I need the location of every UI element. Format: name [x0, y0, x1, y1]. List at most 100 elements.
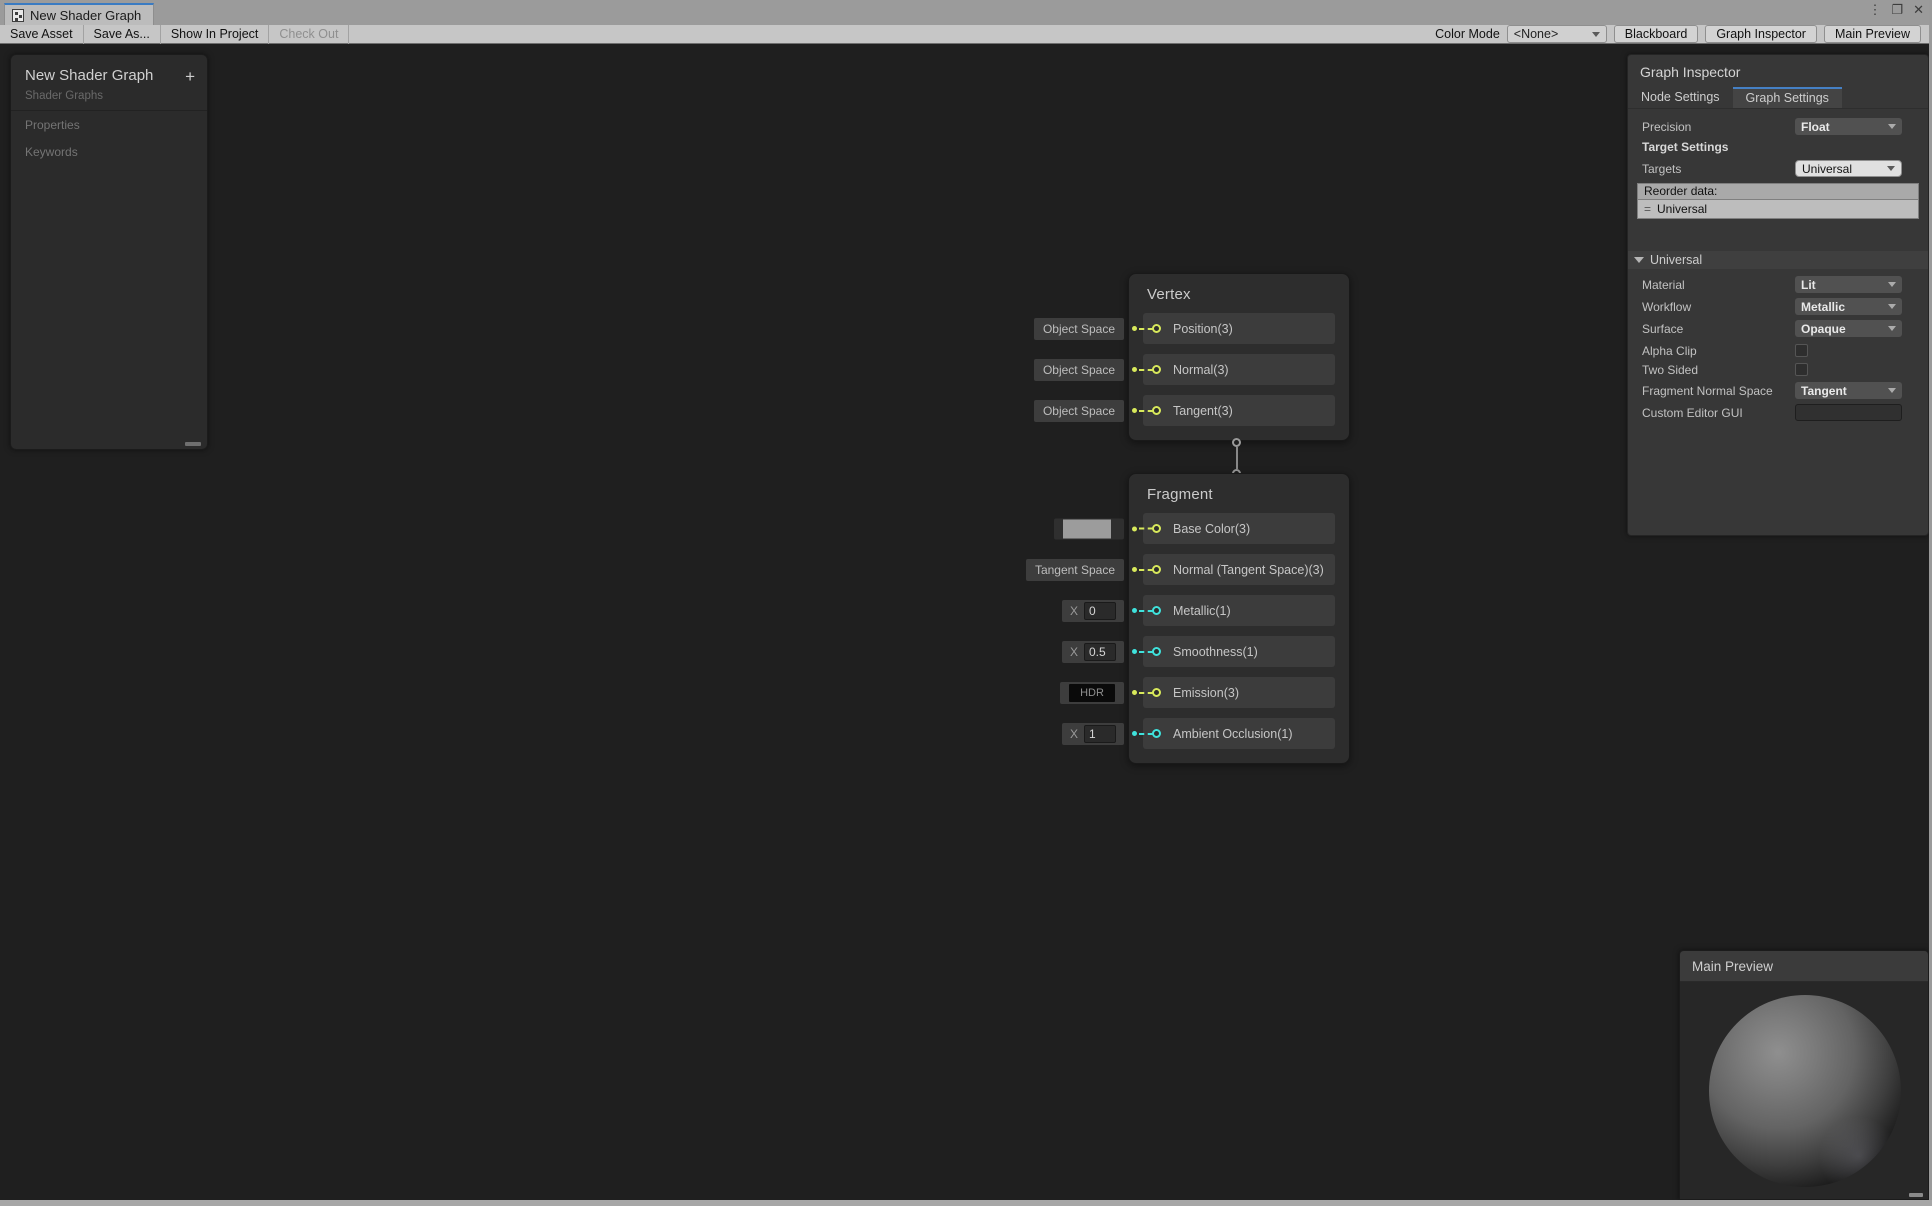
custom-editor-gui-label: Custom Editor GUI	[1642, 406, 1795, 420]
slot-label: Base Color(3)	[1173, 522, 1250, 536]
normal-input-port[interactable]	[1152, 565, 1161, 574]
connector-line	[1236, 447, 1238, 469]
color-mode-label: Color Mode	[1435, 27, 1500, 41]
chevron-down-icon	[1592, 32, 1600, 37]
graph-inspector-title[interactable]: Graph Inspector	[1628, 55, 1928, 87]
edge-stub-dash	[1139, 651, 1153, 653]
workflow-dropdown[interactable]: Metallic	[1795, 298, 1902, 315]
reorder-item-label: Universal	[1657, 202, 1707, 216]
tab-node-settings[interactable]: Node Settings	[1628, 87, 1733, 108]
toolbar: Save Asset Save As... Show In Project Ch…	[0, 25, 1929, 44]
slot-label: Ambient Occlusion(1)	[1173, 727, 1293, 741]
target-settings-header: Target Settings	[1628, 139, 1928, 156]
reorderable-target-list: Reorder data: = Universal	[1637, 183, 1919, 219]
two-sided-label: Two Sided	[1642, 363, 1795, 377]
blackboard-section-properties[interactable]: Properties	[11, 111, 207, 138]
graph-inspector-panel: Graph Inspector Node Settings Graph Sett…	[1627, 54, 1929, 536]
main-preview-panel: Main Preview	[1679, 950, 1929, 1200]
custom-editor-gui-field[interactable]	[1795, 404, 1902, 421]
alpha-clip-checkbox[interactable]	[1795, 344, 1808, 357]
metallic-value-widget[interactable]: X 0	[1062, 600, 1124, 622]
reorder-list-header: Reorder data:	[1637, 183, 1919, 200]
material-dropdown[interactable]: Lit	[1795, 276, 1902, 293]
normal-space-dropdown[interactable]: Object Space	[1034, 359, 1124, 381]
position-space-dropdown[interactable]: Object Space	[1034, 318, 1124, 340]
vertex-node-title: Vertex	[1129, 274, 1349, 312]
color-mode-dropdown[interactable]: <None>	[1507, 25, 1607, 43]
normal-input-port[interactable]	[1152, 365, 1161, 374]
fragment-normal-space-label: Fragment Normal Space	[1642, 384, 1795, 398]
edge-stub-dot	[1132, 649, 1137, 654]
save-asset-button[interactable]: Save Asset	[0, 25, 84, 44]
edge-stub-dash	[1139, 410, 1153, 412]
base-color-input-port[interactable]	[1152, 524, 1161, 533]
position-input-port[interactable]	[1152, 324, 1161, 333]
smoothness-input-port[interactable]	[1152, 647, 1161, 656]
two-sided-checkbox[interactable]	[1795, 363, 1808, 376]
slot-label: Position(3)	[1173, 322, 1233, 336]
chevron-down-icon	[1888, 326, 1896, 331]
graph-inspector-toggle-button[interactable]: Graph Inspector	[1705, 25, 1817, 43]
ambient-occlusion-value-field[interactable]: 1	[1084, 725, 1116, 743]
fragment-normal-space-dropdown[interactable]: Tangent	[1795, 382, 1902, 399]
main-preview-title[interactable]: Main Preview	[1680, 951, 1928, 982]
precision-dropdown[interactable]: Float	[1795, 118, 1902, 135]
alpha-clip-label: Alpha Clip	[1642, 344, 1795, 358]
chevron-down-icon	[1888, 304, 1896, 309]
edge-stub-dot	[1132, 690, 1137, 695]
surface-dropdown[interactable]: Opaque	[1795, 320, 1902, 337]
fragment-slot-smoothness: X 0.5 Smoothness(1)	[1143, 636, 1335, 667]
window-menu-icon[interactable]: ⋮	[1868, 2, 1881, 18]
blackboard-title[interactable]: New Shader Graph	[11, 55, 207, 84]
metallic-value-field[interactable]: 0	[1084, 602, 1116, 620]
blackboard-panel: New Shader Graph + Shader Graphs Propert…	[10, 54, 208, 450]
window-bottom-border	[0, 1200, 1932, 1206]
blackboard-toggle-button[interactable]: Blackboard	[1614, 25, 1699, 43]
fragment-slot-ambient-occlusion: X 1 Ambient Occlusion(1)	[1143, 718, 1335, 749]
edge-stub-dash	[1139, 369, 1153, 371]
main-preview-toggle-button[interactable]: Main Preview	[1824, 25, 1921, 43]
tab-new-shader-graph[interactable]: New Shader Graph	[4, 3, 154, 25]
window-close-icon[interactable]: ✕	[1913, 2, 1924, 18]
save-as-button[interactable]: Save As...	[84, 25, 161, 44]
hdr-color-swatch: HDR	[1069, 684, 1115, 702]
metallic-input-port[interactable]	[1152, 606, 1161, 615]
main-preview-resize-grip[interactable]	[1909, 1193, 1923, 1197]
fragment-context-node[interactable]: Fragment Base Color(3) Tangent Space Nor…	[1128, 473, 1350, 764]
ambient-occlusion-input-port[interactable]	[1152, 729, 1161, 738]
universal-foldout-header[interactable]: Universal	[1628, 251, 1928, 269]
surface-label: Surface	[1642, 322, 1795, 336]
smoothness-value-widget[interactable]: X 0.5	[1062, 641, 1124, 663]
base-color-picker[interactable]	[1054, 518, 1124, 539]
targets-label: Targets	[1642, 162, 1795, 176]
smoothness-value-field[interactable]: 0.5	[1084, 643, 1116, 661]
edge-stub-dot	[1132, 567, 1137, 572]
tangent-input-port[interactable]	[1152, 406, 1161, 415]
ambient-occlusion-value-widget[interactable]: X 1	[1062, 723, 1124, 745]
blackboard-section-keywords[interactable]: Keywords	[11, 138, 207, 165]
edge-stub-dot	[1132, 731, 1137, 736]
material-value: Lit	[1801, 278, 1816, 292]
tab-graph-settings[interactable]: Graph Settings	[1733, 87, 1842, 108]
fragment-node-title: Fragment	[1129, 474, 1349, 512]
check-out-button[interactable]: Check Out	[269, 25, 349, 44]
blackboard-resize-grip[interactable]	[185, 442, 201, 446]
drag-handle-icon[interactable]: =	[1644, 202, 1650, 216]
surface-value: Opaque	[1801, 322, 1846, 336]
show-in-project-button[interactable]: Show In Project	[161, 25, 270, 44]
reorder-list-item-universal[interactable]: = Universal	[1637, 200, 1919, 219]
vertex-context-node[interactable]: Vertex Object Space Position(3) Object S…	[1128, 273, 1350, 441]
edge-stub-dash	[1139, 528, 1153, 530]
blackboard-subtitle: Shader Graphs	[11, 84, 207, 111]
tangent-space-dropdown[interactable]: Object Space	[1034, 400, 1124, 422]
window-restore-icon[interactable]: ❐	[1891, 2, 1903, 18]
shader-graph-asset-icon	[12, 9, 24, 22]
normal-space-dropdown[interactable]: Tangent Space	[1026, 559, 1124, 581]
add-property-button[interactable]: +	[185, 67, 195, 87]
edge-stub-dash	[1139, 328, 1153, 330]
emission-input-port[interactable]	[1152, 688, 1161, 697]
emission-color-picker[interactable]: HDR	[1060, 682, 1124, 704]
preview-sphere[interactable]	[1709, 995, 1901, 1187]
targets-dropdown[interactable]: Universal	[1795, 160, 1902, 177]
precision-value: Float	[1801, 120, 1830, 134]
